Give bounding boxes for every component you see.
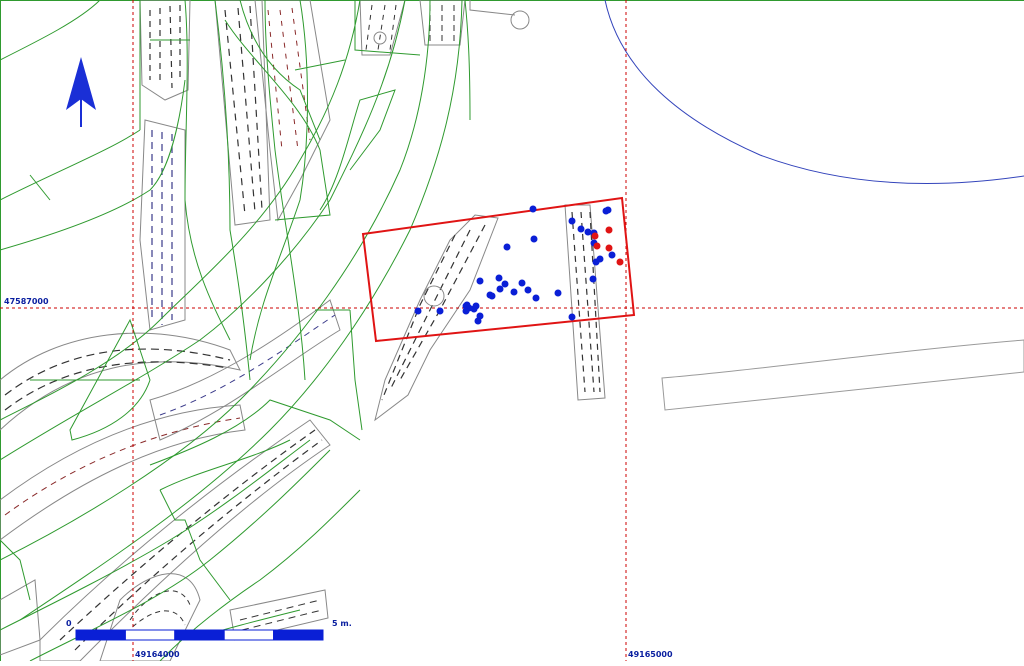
- find-point-red[interactable]: [605, 244, 613, 252]
- find-point-red[interactable]: [593, 242, 601, 250]
- scale-bar-start-label: 0: [66, 619, 72, 628]
- scale-bar-segment: [124, 629, 176, 641]
- find-point-blue[interactable]: [554, 289, 562, 297]
- scale-bar-segment: [174, 629, 225, 641]
- find-point-blue[interactable]: [474, 317, 482, 325]
- trench-layer: [0, 0, 1024, 662]
- find-point-blue[interactable]: [524, 286, 532, 294]
- water-edge-line: [604, 0, 1024, 184]
- coordinate-grid: [0, 0, 1024, 661]
- find-point-blue[interactable]: [463, 301, 471, 309]
- find-point-blue[interactable]: [608, 251, 616, 259]
- find-point-blue[interactable]: [503, 243, 511, 251]
- find-point-blue[interactable]: [510, 288, 518, 296]
- find-point-blue[interactable]: [518, 279, 526, 287]
- easting-label-1: 49164000: [135, 650, 180, 659]
- find-point-blue[interactable]: [495, 274, 503, 282]
- north-arrow-icon: [66, 57, 96, 127]
- find-point-blue[interactable]: [592, 258, 600, 266]
- find-point-blue[interactable]: [530, 235, 538, 243]
- scale-bar-segment: [75, 629, 126, 641]
- find-point-blue[interactable]: [472, 302, 480, 310]
- find-point-blue[interactable]: [488, 292, 496, 300]
- map-view[interactable]: 47587000 49164000 49165000 0 5 m.: [0, 0, 1024, 662]
- find-point-blue[interactable]: [529, 205, 537, 213]
- find-point-blue[interactable]: [589, 275, 597, 283]
- find-point-blue[interactable]: [501, 280, 509, 288]
- find-point-red[interactable]: [616, 258, 624, 266]
- find-point-blue[interactable]: [532, 294, 540, 302]
- find-point-red[interactable]: [605, 226, 613, 234]
- find-point-blue[interactable]: [414, 307, 422, 315]
- easting-label-2: 49165000: [628, 650, 673, 659]
- scale-bar-segment: [223, 629, 275, 641]
- find-point-blue[interactable]: [476, 277, 484, 285]
- scale-bar-segment: [273, 629, 324, 641]
- find-point-blue[interactable]: [462, 307, 470, 315]
- find-point-blue[interactable]: [604, 206, 612, 214]
- find-point-blue[interactable]: [584, 228, 592, 236]
- find-point-blue[interactable]: [496, 285, 504, 293]
- find-point-blue[interactable]: [436, 307, 444, 315]
- find-point-blue[interactable]: [577, 225, 585, 233]
- scale-bar-end-label: 5 m.: [332, 619, 352, 628]
- map-canvas[interactable]: 47587000 49164000 49165000 0 5 m.: [0, 0, 1024, 662]
- find-point-blue[interactable]: [568, 217, 576, 225]
- scale-bar-segments: [75, 629, 324, 641]
- map-frame: [0, 0, 1024, 661]
- northing-label: 47587000: [4, 297, 49, 306]
- find-point-blue[interactable]: [568, 313, 576, 321]
- find-point-red[interactable]: [591, 232, 599, 240]
